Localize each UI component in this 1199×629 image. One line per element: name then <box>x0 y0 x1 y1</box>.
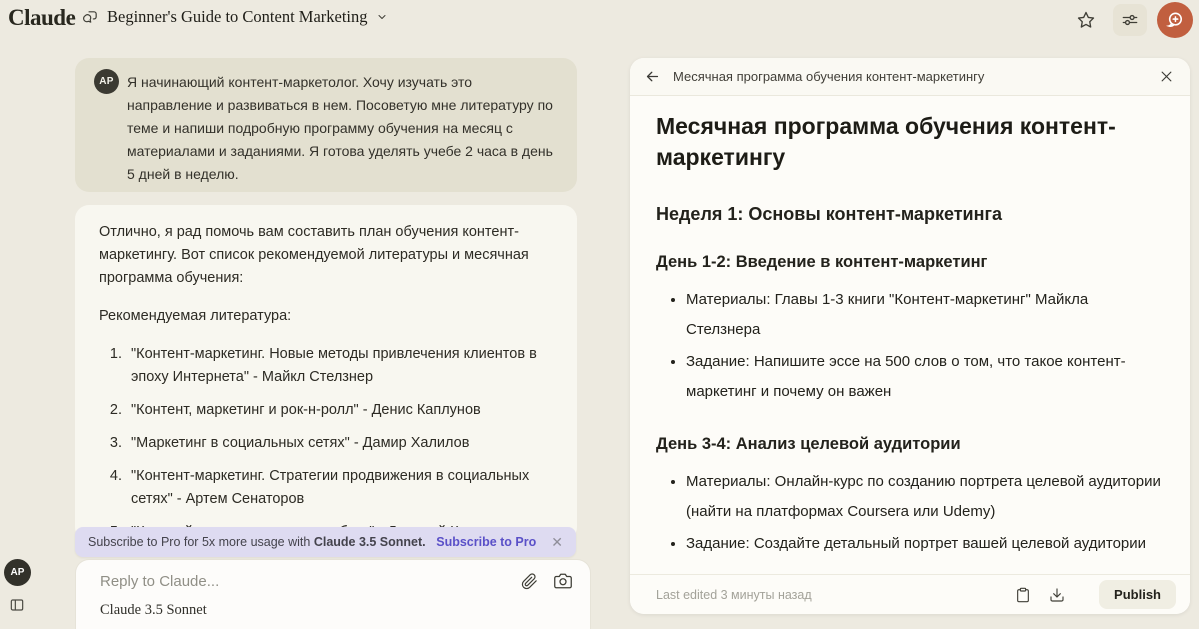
doc-week1-heading: Неделя 1: Основы контент-маркетинга <box>656 204 1002 224</box>
artifact-footer: Last edited 3 минуты назад Publish <box>630 574 1190 614</box>
composer-actions <box>521 572 572 590</box>
doc-bullet: Задание: Напишите эссе на 500 слов о том… <box>686 347 1164 407</box>
assistant-intro: Отлично, я рад помочь вам составить план… <box>99 224 529 286</box>
doc-day34-heading: День 3-4: Анализ целевой аудитории <box>656 435 961 453</box>
reply-composer: Claude 3.5 Sonnet <box>75 559 591 629</box>
claude-logo[interactable]: Claude <box>8 5 76 31</box>
download-icon[interactable] <box>1049 587 1065 603</box>
artifact-header: Месячная программа обучения контент-марк… <box>630 58 1190 96</box>
reply-input[interactable] <box>100 573 470 590</box>
publish-button[interactable]: Publish <box>1099 580 1176 609</box>
banner-model-name: Claude 3.5 Sonnet. <box>313 535 426 549</box>
artifact-title: Месячная программа обучения контент-марк… <box>673 69 985 84</box>
last-edited-label: Last edited 3 минуты назад <box>656 587 812 602</box>
doc-day34-list: Материалы: Онлайн-курс по созданию портр… <box>656 467 1164 559</box>
banner-text: Subscribe to Pro for 5x more usage with … <box>88 535 426 549</box>
claude-app: Claude Beginner's Guide to Content Marke… <box>0 0 1199 629</box>
book-list-item: "Маркетинг в социальных сетях" - Дамир Х… <box>126 432 553 455</box>
star-button[interactable] <box>1069 4 1103 36</box>
doc-bullet: Материалы: Онлайн-курс по созданию портр… <box>686 467 1164 527</box>
book-list-item: "Контент, маркетинг и рок-н-ролл" - Дени… <box>126 399 553 422</box>
user-message: AP Я начинающий контент-маркетолог. Хочу… <box>75 58 577 192</box>
subscribe-banner: Subscribe to Pro for 5x more usage with … <box>75 527 576 557</box>
artifact-footer-actions: Publish <box>1015 580 1176 609</box>
doc-day12-heading: День 1-2: Введение в контент-маркетинг <box>656 253 988 271</box>
chevron-down-icon <box>376 11 388 23</box>
book-list-item: "Контент-маркетинг. Новые методы привлеч… <box>126 343 553 389</box>
camera-icon[interactable] <box>554 572 572 590</box>
user-avatar: AP <box>94 69 119 94</box>
settings-button[interactable] <box>1113 4 1147 36</box>
doc-bullet: Задание: Создайте детальный портрет ваше… <box>686 529 1164 559</box>
star-icon <box>1076 10 1096 30</box>
artifact-close-icon[interactable] <box>1159 69 1174 84</box>
assistant-list-header: Рекомендуемая литература: <box>99 308 292 324</box>
doc-bullet: Материалы: Главы 1-3 книги "Контент-марк… <box>686 285 1164 345</box>
artifact-panel: Месячная программа обучения контент-марк… <box>630 58 1190 614</box>
sidebar-toggle-icon[interactable] <box>9 597 25 618</box>
paperclip-icon[interactable] <box>521 572 538 590</box>
chat-title: Beginner's Guide to Content Marketing <box>107 7 368 26</box>
top-bar-actions <box>1069 2 1193 38</box>
book-list: "Контент-маркетинг. Новые методы привлеч… <box>99 343 553 541</box>
banner-close-icon[interactable]: ✕ <box>551 535 563 549</box>
copy-clipboard-icon[interactable] <box>1015 587 1031 603</box>
profile-avatar[interactable]: AP <box>4 559 31 586</box>
book-list-item: "Контент-маркетинг. Стратегии продвижени… <box>126 465 553 511</box>
doc-title: Месячная программа обучения контент-марк… <box>656 113 1116 170</box>
doc-day12-list: Материалы: Главы 1-3 книги "Контент-марк… <box>656 285 1164 407</box>
subscribe-to-pro-link[interactable]: Subscribe to Pro <box>436 535 536 549</box>
chat-bubbles-icon <box>82 9 99 26</box>
bubble-plus-icon <box>1164 9 1186 31</box>
artifact-document[interactable]: Месячная программа обучения контент-марк… <box>630 96 1190 574</box>
top-bar: Claude Beginner's Guide to Content Marke… <box>0 0 1199 40</box>
back-arrow-icon[interactable] <box>644 68 661 85</box>
user-message-text: Я начинающий контент-маркетолог. Хочу из… <box>127 74 553 182</box>
assistant-message: Отлично, я рад помочь вам составить план… <box>75 205 577 541</box>
sliders-icon <box>1120 10 1140 30</box>
chat-title-menu[interactable]: Beginner's Guide to Content Marketing <box>82 7 388 27</box>
account-avatar-button[interactable] <box>1157 2 1193 38</box>
model-selector[interactable]: Claude 3.5 Sonnet <box>100 602 207 619</box>
